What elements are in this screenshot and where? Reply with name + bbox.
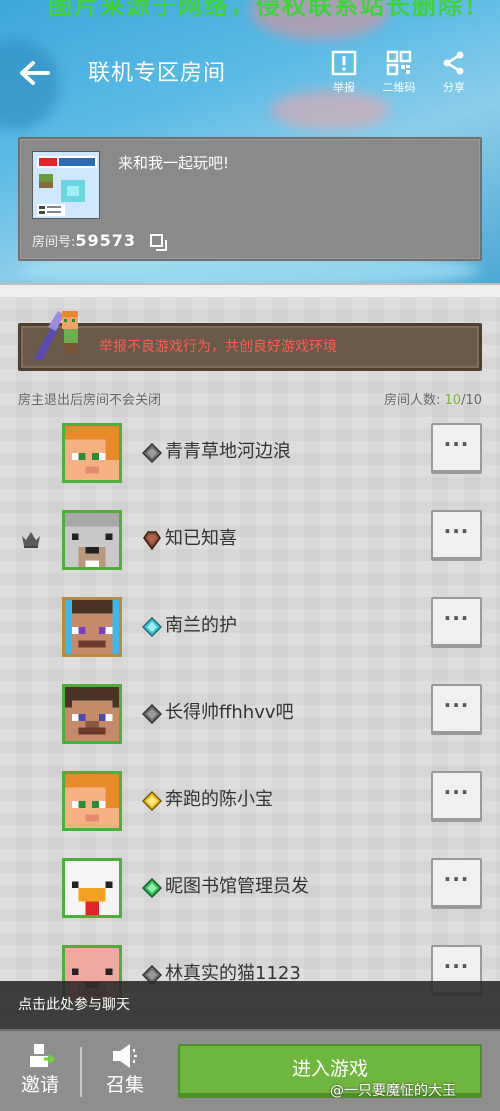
gray-gem-icon (142, 443, 162, 463)
player-more-button[interactable]: ··· (431, 858, 482, 909)
room-thumbnail-image (33, 152, 99, 218)
room-id-label: 房间号: (32, 235, 76, 250)
alex-skin-image (65, 426, 119, 480)
summon-label: 召集 (105, 1074, 144, 1096)
crown-icon (22, 532, 40, 548)
player-avatar[interactable] (62, 597, 122, 657)
room-info-card: 来和我一起玩吧! 房间号:59573 (18, 137, 482, 261)
alex-skin-image (65, 774, 119, 828)
player-row: 南兰的护 ··· (0, 597, 500, 661)
room-id-row: 房间号:59573 (32, 231, 168, 251)
back-arrow-icon (20, 61, 50, 85)
gray-gem-icon (142, 704, 162, 724)
gold-gem-icon (142, 791, 162, 811)
room-count-max: /10 (461, 393, 482, 408)
room-count: 房间人数: 10/10 (350, 392, 482, 410)
qrcode-icon (386, 50, 412, 76)
summon-button[interactable]: 召集 (95, 1041, 155, 1103)
report-label: 举报 (333, 81, 355, 94)
player-more-button[interactable]: ··· (431, 597, 482, 648)
steve-skin-image (65, 687, 119, 741)
back-button[interactable] (14, 52, 56, 94)
invite-label: 邀请 (20, 1074, 59, 1096)
emerald-gem-icon (142, 878, 162, 898)
player-name: 青青草地河边浪 (165, 441, 291, 462)
copy-icon[interactable] (150, 233, 168, 252)
player-name: 昵图书馆管理员发 (165, 876, 309, 897)
player-more-button[interactable]: ··· (431, 510, 482, 561)
player-name: 南兰的护 (165, 615, 237, 636)
banner-text: 举报不良游戏行为，共创良好游戏环境 (99, 339, 337, 355)
brown-gem-icon (143, 531, 161, 550)
qrcode-button[interactable]: 二维码 (375, 50, 423, 100)
qrcode-label: 二维码 (382, 81, 416, 94)
room-header: 图片来源于网络，侵权联系站长删除！ 联机专区房间 举报 二维码 分享 来和我一起… (0, 0, 500, 290)
share-icon (443, 51, 464, 75)
player-more-button[interactable]: ··· (431, 423, 482, 474)
player-row: 知已知喜 ··· (0, 510, 500, 574)
header-separator (0, 283, 500, 297)
megaphone-icon (113, 1044, 137, 1068)
player-row: 长得帅ffhhvv吧 ··· (0, 684, 500, 748)
room-description: 来和我一起玩吧! (118, 154, 230, 172)
player-avatar[interactable] (62, 684, 122, 744)
report-button[interactable]: 举报 (320, 50, 368, 100)
page-title: 联机专区房间 (88, 61, 227, 86)
share-button[interactable]: 分享 (430, 50, 478, 100)
player-name: 知已知喜 (165, 528, 237, 549)
invite-icon (30, 1044, 55, 1067)
player-row: 昵图书馆管理员发 ··· (0, 858, 500, 922)
host-exit-note: 房主退出后房间不会关闭 (18, 393, 162, 408)
player-more-button[interactable]: ··· (431, 684, 482, 735)
chat-entry-bar[interactable]: 点击此处参与聊天 (0, 981, 500, 1029)
room-id-value: 59573 (75, 231, 137, 250)
diamond-gem-icon (142, 617, 162, 637)
watermark-text: 图片来源于网络，侵权联系站长删除！ (48, 0, 490, 20)
player-name: 奔跑的陈小宝 (165, 789, 273, 810)
player-avatar[interactable] (62, 423, 122, 483)
report-icon (331, 50, 357, 76)
player-avatar[interactable] (62, 771, 122, 831)
player-row: 青青草地河边浪 ··· (0, 423, 500, 487)
player-more-button[interactable]: ··· (431, 771, 482, 822)
player-avatar[interactable] (62, 510, 122, 570)
toolbar-divider (80, 1047, 82, 1097)
share-label: 分享 (443, 81, 465, 94)
chicken-skin-image (65, 861, 119, 915)
credit-watermark: @一只要魔怔的大玉 (330, 1083, 456, 1099)
banner-character-icon (34, 311, 78, 361)
room-count-label: 房间人数: (384, 393, 441, 408)
player-avatar[interactable] (62, 858, 122, 918)
room-thumbnail (32, 151, 100, 219)
steve-fancy-skin-image (65, 600, 119, 654)
room-count-current: 10 (444, 393, 462, 408)
player-row: 奔跑的陈小宝 ··· (0, 771, 500, 835)
player-name: 长得帅ffhhvv吧 (165, 702, 294, 723)
wolf-skin-image (65, 513, 119, 567)
invite-button[interactable]: 邀请 (10, 1041, 70, 1103)
